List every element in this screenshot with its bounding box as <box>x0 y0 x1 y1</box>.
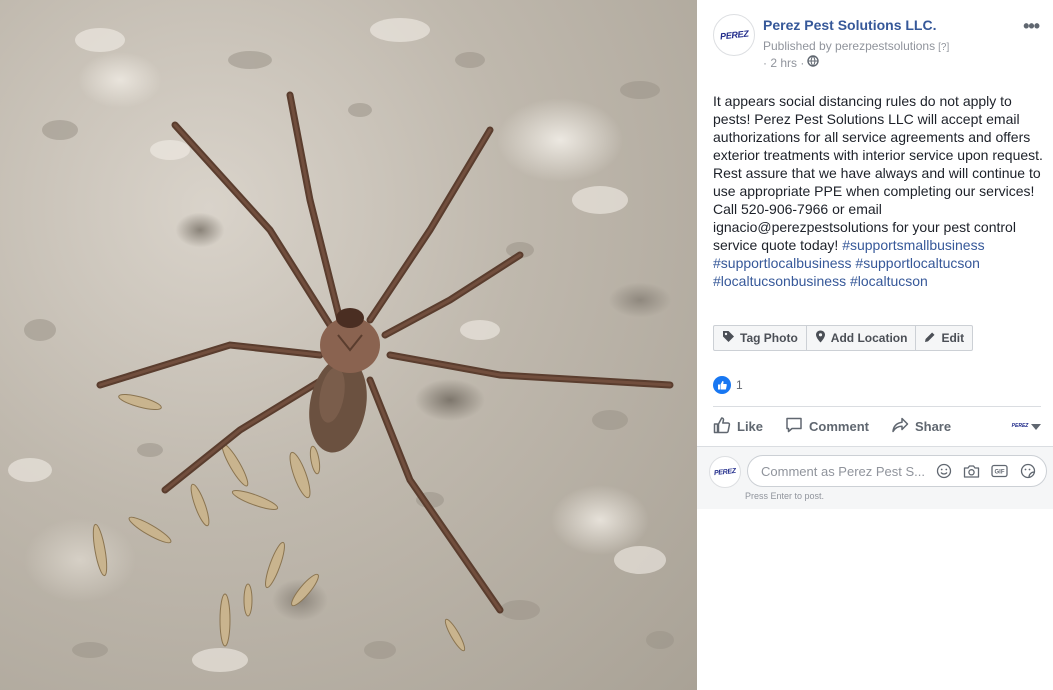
press-enter-hint: Press Enter to post. <box>745 491 825 501</box>
share-arrow-icon <box>891 416 909 437</box>
like-label: Like <box>737 418 764 434</box>
sticker-icon[interactable] <box>1017 462 1038 480</box>
edit-label: Edit <box>941 331 965 345</box>
hashtag-link[interactable]: #localtucsonbusiness <box>713 273 846 289</box>
globe-icon <box>807 55 820 70</box>
edit-button[interactable]: Edit <box>916 326 972 350</box>
commenter-avatar[interactable]: PEREZ <box>709 456 741 488</box>
post-photo[interactable] <box>0 0 697 690</box>
photo-action-bar: Tag Photo Add Location Edit <box>713 325 974 351</box>
help-link[interactable]: [?] <box>938 42 949 53</box>
comment-label: Comment <box>809 418 869 434</box>
add-location-label: Add Location <box>830 331 908 345</box>
emoji-icon[interactable] <box>933 462 954 480</box>
share-label: Share <box>914 418 952 434</box>
page-logo: PEREZ <box>719 28 749 42</box>
divider <box>713 406 1041 407</box>
comment-as-selector[interactable]: PEREZ <box>1012 417 1041 435</box>
hashtag-link[interactable]: #supportlocaltucson <box>855 255 980 271</box>
gif-icon[interactable]: GIF <box>989 462 1010 480</box>
add-location-button[interactable]: Add Location <box>807 326 917 350</box>
comment-input[interactable] <box>759 462 933 480</box>
page-logo-mini: PEREZ <box>1011 423 1029 429</box>
page-avatar[interactable]: PEREZ <box>713 14 755 56</box>
comment-attachments: GIF <box>933 462 1038 480</box>
page-name-link[interactable]: Perez Pest Solutions LLC. <box>763 17 936 33</box>
post-timestamp: · 2 hrs · <box>763 55 820 70</box>
pencil-icon <box>924 331 936 346</box>
reaction-count[interactable]: 1 <box>736 378 743 392</box>
caret-down-icon <box>1031 417 1041 435</box>
comment-box[interactable]: GIF <box>747 455 1047 487</box>
tag-photo-label: Tag Photo <box>740 331 798 345</box>
like-button[interactable]: Like <box>713 416 763 437</box>
more-options-icon[interactable]: ••• <box>1023 16 1040 37</box>
hashtag-link[interactable]: #localtucson <box>850 273 928 289</box>
tag-photo-button[interactable]: Tag Photo <box>714 326 807 350</box>
like-reaction-icon <box>713 376 731 394</box>
post-message: It appears social distancing rules do no… <box>713 92 1043 290</box>
post-body: It appears social distancing rules do no… <box>713 93 1043 253</box>
timestamp-text[interactable]: · 2 hrs · <box>763 56 804 70</box>
spider-illustration <box>8 18 674 672</box>
share-button[interactable]: Share <box>891 416 951 437</box>
tag-icon <box>722 330 735 346</box>
location-pin-icon <box>815 330 826 346</box>
camera-icon[interactable] <box>961 462 982 480</box>
published-by: Published by perezpestsolutions [?] <box>763 39 949 53</box>
post-header: PEREZ Perez Pest Solutions LLC. Publishe… <box>713 14 1043 74</box>
post-panel: PEREZ Perez Pest Solutions LLC. Publishe… <box>697 0 1053 690</box>
thumbs-up-icon <box>713 416 731 437</box>
comment-button[interactable]: Comment <box>785 416 869 437</box>
comment-bubble-icon <box>785 416 803 437</box>
hashtag-link[interactable]: #supportlocalbusiness <box>713 255 852 271</box>
reaction-summary[interactable]: 1 <box>713 376 743 394</box>
published-by-text[interactable]: Published by perezpestsolutions <box>763 39 935 53</box>
post-action-bar: Like Comment Share PEREZ <box>713 410 1041 442</box>
svg-text:GIF: GIF <box>995 470 1005 476</box>
hashtag-link[interactable]: #supportsmallbusiness <box>842 237 984 253</box>
commenter-logo: PEREZ <box>713 467 737 477</box>
comment-section: PEREZ GIF Press Enter to post. <box>697 446 1053 509</box>
